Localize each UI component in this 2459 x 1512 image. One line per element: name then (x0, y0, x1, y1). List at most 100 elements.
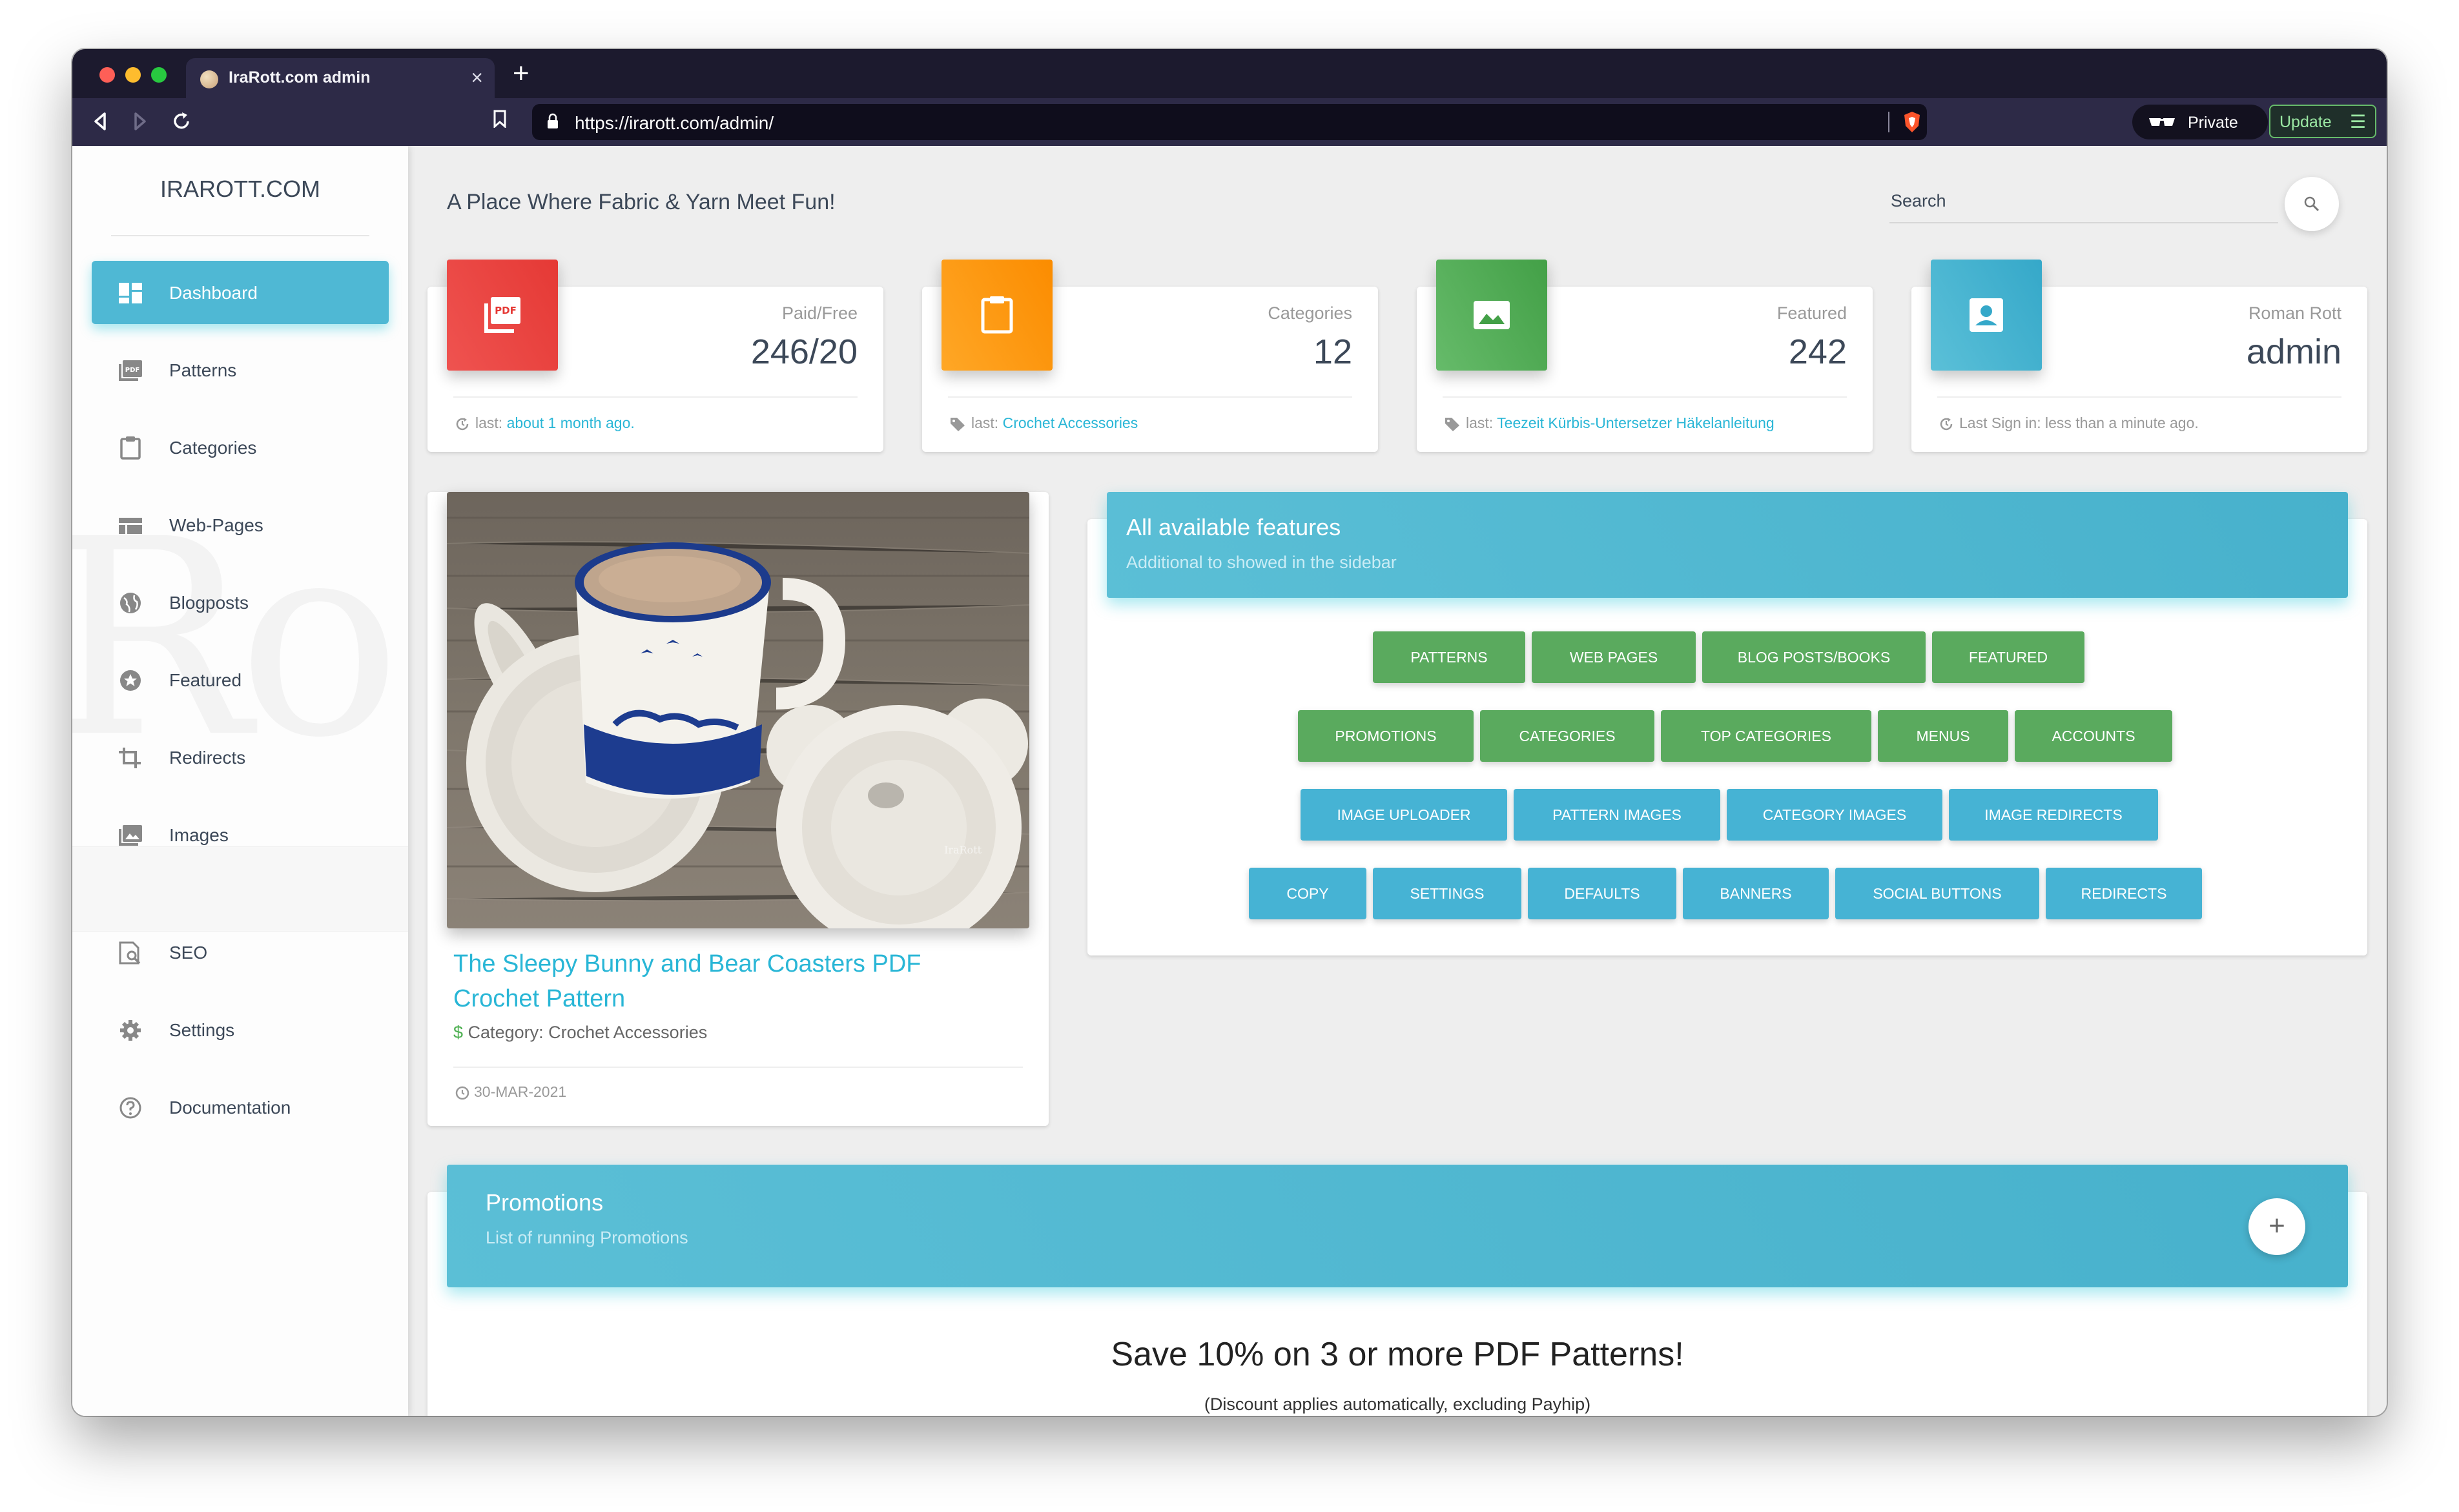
tag-icon (951, 417, 965, 431)
update-button[interactable]: Update ☰ (2269, 105, 2376, 138)
image-icon (119, 825, 142, 846)
featured-product-card: IraRott The Sleepy Bunny and Bear Coaste… (427, 492, 1049, 1126)
forward-icon[interactable] (132, 108, 149, 139)
window-minimize-button[interactable] (125, 67, 141, 83)
window-close-button[interactable] (99, 67, 115, 83)
feature-button-redirects[interactable]: REDIRECTS (2046, 868, 2202, 919)
stat-value: 246/20 (750, 332, 858, 371)
browser-window: IraRott.com admin × + https://irarott.co… (72, 49, 2387, 1416)
stat-value: admin (2246, 332, 2341, 371)
promotions-title: Promotions (486, 1189, 604, 1216)
tab-bar: IraRott.com admin × + (72, 49, 2387, 98)
feature-button-patterns[interactable]: PATTERNS (1373, 631, 1525, 683)
sidebar-item-dashboard[interactable]: Dashboard (92, 261, 389, 324)
promotions-card-header: Promotions List of running Promotions + (447, 1165, 2348, 1287)
feature-button-menus[interactable]: MENUS (1878, 710, 2008, 762)
dollar-icon: $ (453, 1023, 464, 1042)
image-icon (1474, 301, 1510, 329)
feature-button-top-categories[interactable]: TOP CATEGORIES (1661, 710, 1871, 762)
stat-icon-box (1931, 260, 2042, 371)
add-promotion-button[interactable]: + (2248, 1198, 2305, 1255)
product-category: $ Category: Crochet Accessories (453, 1023, 707, 1043)
feature-button-featured[interactable]: FEATURED (1932, 631, 2084, 683)
feature-button-accounts[interactable]: ACCOUNTS (2015, 710, 2172, 762)
feature-button-image-uploader[interactable]: IMAGE UPLOADER (1301, 789, 1507, 841)
product-image[interactable]: IraRott (447, 492, 1029, 928)
search-button[interactable] (2285, 177, 2339, 231)
sidebar-item-web-pages[interactable]: Web-Pages (92, 493, 389, 557)
bookmark-icon[interactable] (493, 110, 506, 128)
web-icon (119, 518, 142, 534)
stat-label: Paid/Free (781, 303, 858, 323)
feature-button-social-buttons[interactable]: SOCIAL BUTTONS (1835, 868, 2039, 919)
feature-button-promotions[interactable]: PROMOTIONS (1298, 710, 1474, 762)
private-window-badge[interactable]: Private (2132, 105, 2268, 139)
feature-button-blog-posts-books[interactable]: BLOG POSTS/BOOKS (1702, 631, 1926, 683)
feature-button-banners[interactable]: BANNERS (1683, 868, 1829, 919)
sidebar-item-categories[interactable]: Categories (92, 416, 389, 479)
stat-footer-link[interactable]: Teezeit Kürbis-Untersetzer Häkelanleitun… (1497, 414, 1775, 431)
hamburger-menu-icon[interactable]: ☰ (2350, 111, 2366, 132)
private-glasses-icon (2149, 118, 2175, 126)
sidebar-item-documentation[interactable]: Documentation (92, 1076, 389, 1139)
window-maximize-button[interactable] (151, 67, 167, 83)
seo-icon (119, 941, 141, 965)
stat-footer-link[interactable]: about 1 month ago. (507, 414, 635, 431)
sidebar-item-images[interactable]: Images (92, 803, 389, 866)
sidebar-item-seo[interactable]: SEO (92, 921, 389, 984)
sidebar-item-featured[interactable]: Featured (92, 648, 389, 711)
sidebar-item-blogposts[interactable]: Blogposts (92, 571, 389, 634)
sidebar-item-settings[interactable]: Settings (92, 998, 389, 1061)
url-text[interactable]: https://irarott.com/admin/ (575, 113, 774, 134)
brave-shield-icon[interactable] (1902, 110, 1922, 134)
back-icon[interactable] (92, 108, 108, 139)
private-label: Private (2188, 114, 2238, 132)
stat-card-account: Roman Rott admin Last Sign in: less than… (1911, 260, 2367, 452)
feature-button-defaults[interactable]: DEFAULTS (1528, 868, 1676, 919)
feature-button-image-redirects[interactable]: IMAGE REDIRECTS (1949, 789, 2158, 841)
stat-label: Roman Rott (2248, 303, 2341, 323)
search-input[interactable] (1889, 187, 2267, 214)
update-clock-icon (1940, 417, 1953, 431)
feature-button-web-pages[interactable]: WEB PAGES (1532, 631, 1696, 683)
dashboard-icon (119, 283, 142, 303)
address-bar[interactable]: https://irarott.com/admin/ (532, 104, 1927, 140)
stat-value: 12 (1313, 332, 1352, 371)
stat-icon-box: PDF (447, 260, 558, 371)
sidebar-brand[interactable]: IRAROTT.COM (72, 176, 408, 203)
clipboard-icon (981, 296, 1013, 334)
update-label: Update (2279, 113, 2332, 131)
stat-footer: last: about 1 month ago. (455, 414, 635, 432)
sidebar: Ro IRAROTT.COM Dashboard PDF Patterns Ca… (72, 146, 408, 1416)
tag-icon (1445, 417, 1459, 431)
promotion-note: (Discount applies automatically, excludi… (1204, 1395, 1591, 1414)
feature-button-pattern-images[interactable]: PATTERN IMAGES (1514, 789, 1720, 841)
clock-icon (455, 1086, 469, 1100)
stat-divider (1937, 396, 2341, 398)
stat-footer-prefix: last: (1466, 414, 1494, 431)
crop-icon (119, 748, 141, 768)
star-icon (120, 670, 141, 691)
stat-card-patterns: PDF Paid/Free 246/20 last: about 1 month… (427, 260, 883, 452)
browser-tab[interactable]: IraRott.com admin × (186, 58, 495, 98)
stat-footer-link[interactable]: Crochet Accessories (1003, 414, 1138, 431)
clipboard-icon (120, 436, 141, 460)
feature-button-categories[interactable]: CATEGORIES (1480, 710, 1654, 762)
product-title-link[interactable]: The Sleepy Bunny and Bear Coasters PDF C… (453, 946, 1009, 1016)
pdf-icon: PDF (119, 360, 142, 381)
sidebar-item-patterns[interactable]: PDF Patterns (92, 338, 389, 402)
feature-button-category-images[interactable]: CATEGORY IMAGES (1727, 789, 1942, 841)
stat-icon-box (1436, 260, 1547, 371)
reload-icon[interactable] (170, 108, 192, 139)
stat-card-featured: Featured 242 last: Teezeit Kürbis-Unters… (1417, 260, 1873, 452)
promotions-subtitle: List of running Promotions (486, 1228, 688, 1247)
feature-button-settings[interactable]: SETTINGS (1373, 868, 1521, 919)
sidebar-item-redirects[interactable]: Redirects (92, 726, 389, 789)
feature-button-copy[interactable]: COPY (1249, 868, 1366, 919)
brand-divider (111, 235, 369, 236)
lock-icon (548, 113, 558, 128)
stat-card-categories: Categories 12 last: Crochet Accessories (922, 260, 1378, 452)
close-tab-icon[interactable]: × (471, 66, 483, 90)
new-tab-icon[interactable]: + (513, 59, 530, 88)
svg-text:PDF: PDF (495, 305, 517, 316)
